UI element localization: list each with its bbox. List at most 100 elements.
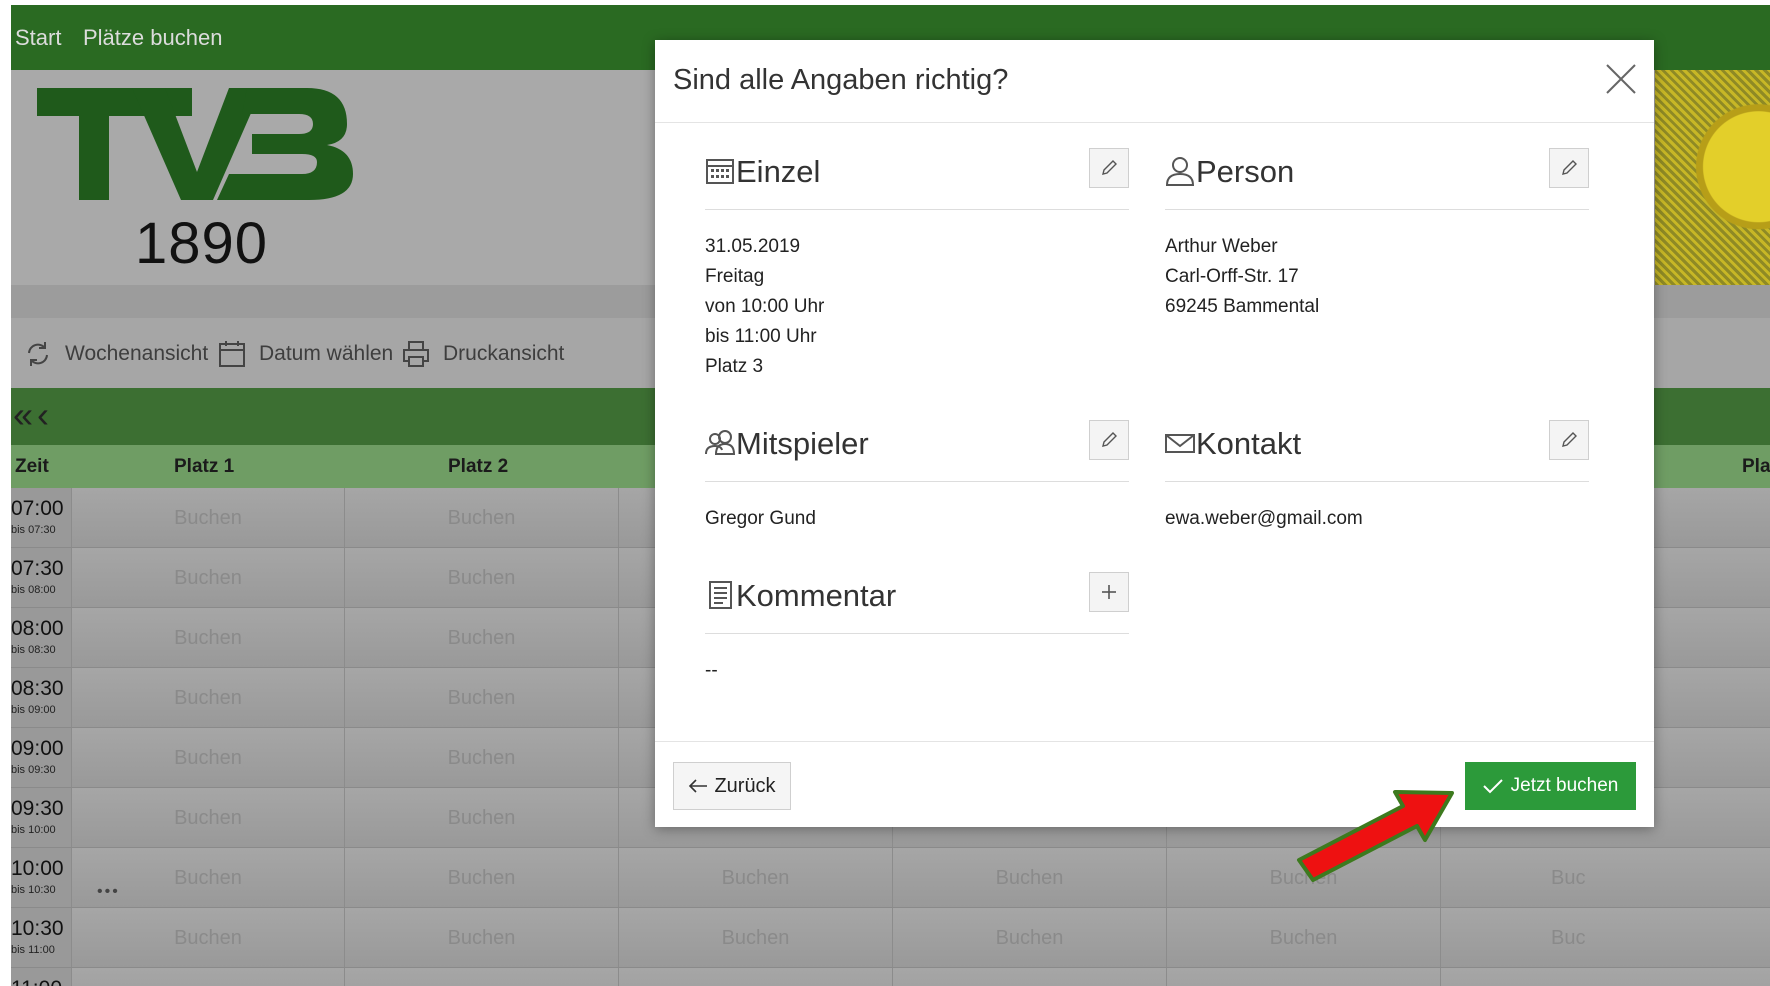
einzel-heading: Einzel <box>736 154 821 189</box>
more-options-icon[interactable]: ••• <box>97 883 120 901</box>
print-view-button[interactable]: Druckansicht <box>401 339 564 369</box>
time-until-label: bis 08:00 <box>11 584 56 596</box>
time-until-label: bis 09:30 <box>11 764 56 776</box>
kontakt-heading: Kontakt <box>1196 426 1302 461</box>
table-row: 10:30 bis 11:00 Buchen Buchen Buchen Buchen Bu… <box>11 908 1770 968</box>
book-slot-label: Buchen <box>174 927 242 949</box>
book-slot-cell[interactable]: Buchen <box>71 668 344 727</box>
book-slot-cell[interactable]: Buchen <box>344 668 618 727</box>
book-slot-cell[interactable]: Buchen <box>344 848 618 907</box>
red-arrow-annotation <box>1297 790 1454 882</box>
logo-year: 1890 <box>135 211 269 276</box>
book-slot-label: Buchen <box>447 627 516 649</box>
envelope-icon <box>1165 434 1195 453</box>
book-now-button[interactable]: Jetzt buchen <box>1465 762 1636 810</box>
nav-start-link[interactable]: Start <box>15 25 61 51</box>
book-slot-cell[interactable]: Buchen <box>71 608 344 667</box>
book-slot-cell[interactable]: Buchen <box>892 908 1166 967</box>
section-person: Person Arthur Weber Carl-Orff-Str. 17 69… <box>1165 140 1589 322</box>
time-label: 09:00 <box>11 737 64 760</box>
einzel-details: 31.05.2019 Freitag von 10:00 Uhr bis 11:… <box>705 210 1129 382</box>
book-slot-cell[interactable]: Buchen <box>1166 968 1440 986</box>
previous-arrows-icon[interactable]: «‹ <box>13 394 53 436</box>
book-slot-cell[interactable]: Buchen <box>71 488 344 547</box>
book-slot-label: Buchen <box>174 807 242 829</box>
co-player-name: Gregor Gund <box>705 508 816 529</box>
week-view-label: Wochenansicht <box>65 342 209 365</box>
edit-mitspieler-button[interactable] <box>1089 420 1129 460</box>
person-details: Arthur Weber Carl-Orff-Str. 17 69245 Bam… <box>1165 210 1589 322</box>
person-name: Arthur Weber <box>1165 236 1278 257</box>
book-slot-cell[interactable]: Buchen <box>618 848 892 907</box>
booking-weekday: Freitag <box>705 266 765 287</box>
time-label: 08:00 <box>11 617 64 640</box>
section-einzel: Einzel 31.05.2019 Freitag von 10:00 Uhr … <box>705 140 1129 382</box>
book-slot-cell[interactable]: Buchen <box>344 968 618 986</box>
book-slot-label: Buchen <box>721 867 790 889</box>
time-cell: 10:30 bis 11:00 <box>11 908 71 967</box>
book-slot-cell[interactable]: Buchen <box>892 968 1166 986</box>
choose-date-label: Datum wählen <box>259 342 394 365</box>
add-kommentar-button[interactable] <box>1089 572 1129 612</box>
book-slot-cell[interactable]: Buchen <box>1166 908 1440 967</box>
time-label: 10:30 <box>11 917 64 940</box>
book-slot-cell[interactable]: Buc <box>1440 848 1770 907</box>
book-slot-cell[interactable]: Buchen <box>618 968 892 986</box>
column-time: Zeit <box>15 456 49 477</box>
refresh-icon <box>28 342 48 366</box>
users-icon <box>705 430 735 455</box>
close-icon[interactable] <box>1604 62 1638 96</box>
book-slot-cell[interactable]: Buchen <box>892 848 1166 907</box>
kommentar-heading: Kommentar <box>736 578 897 613</box>
table-row: 11:00BuchenBuchenBuchenBuchenBuchenBuc <box>11 968 1770 986</box>
confirmation-dialog: Sind alle Angaben richtig? Einzel 31.05.… <box>655 40 1654 827</box>
book-slot-cell[interactable]: Buchen <box>344 488 618 547</box>
edit-einzel-button[interactable] <box>1089 148 1129 188</box>
week-view-button[interactable]: Wochenansicht <box>23 339 208 369</box>
booking-end: bis 11:00 Uhr <box>705 326 817 347</box>
kommentar-details: -- <box>705 634 1129 686</box>
book-slot-cell[interactable]: Buchen <box>344 788 618 847</box>
time-cell: 07:00 bis 07:30 <box>11 488 71 547</box>
book-slot-label: Buchen <box>174 567 242 589</box>
edit-person-button[interactable] <box>1549 148 1589 188</box>
book-slot-cell[interactable]: Buchen <box>71 788 344 847</box>
mitspieler-heading: Mitspieler <box>736 426 869 461</box>
section-mitspieler: Mitspieler Gregor Gund <box>705 412 1129 534</box>
time-cell: 08:30 bis 09:00 <box>11 668 71 727</box>
back-button[interactable]: Zurück <box>673 762 791 810</box>
book-slot-label: Buchen <box>447 507 516 529</box>
book-slot-label: Buchen <box>174 747 242 769</box>
edit-kontakt-button[interactable] <box>1549 420 1589 460</box>
section-kommentar: Kommentar -- <box>705 564 1129 686</box>
time-cell: 10:00 bis 10:30 <box>11 848 71 907</box>
time-label: 09:30 <box>11 797 64 820</box>
time-label: 07:00 <box>11 497 64 520</box>
book-slot-cell[interactable]: Buchen <box>344 548 618 607</box>
book-slot-label: Buchen <box>174 627 242 649</box>
time-label: 10:00 <box>11 857 64 880</box>
book-slot-cell[interactable]: Buchen <box>71 908 344 967</box>
book-slot-cell[interactable]: Buc <box>1440 968 1770 986</box>
book-slot-cell[interactable]: Buchen <box>71 728 344 787</box>
book-slot-cell[interactable]: Buchen <box>71 968 344 986</box>
time-cell: 09:30 bis 10:00 <box>11 788 71 847</box>
choose-date-button[interactable]: Datum wählen <box>217 339 393 369</box>
banner-image <box>1655 70 1770 285</box>
book-slot-cell[interactable]: Buchen <box>344 728 618 787</box>
book-slot-label: Buchen <box>447 927 516 949</box>
book-slot-cell[interactable]: Buc <box>1440 908 1770 967</box>
contact-email: ewa.weber@gmail.com <box>1165 508 1363 529</box>
book-slot-label: Buc <box>1551 867 1586 889</box>
check-icon <box>1482 779 1503 794</box>
time-label: 11:00 <box>11 977 62 986</box>
booking-court: Platz 3 <box>705 356 764 377</box>
book-slot-cell[interactable]: Buchen <box>618 908 892 967</box>
nav-book-link[interactable]: Plätze buchen <box>83 25 222 51</box>
calendar-icon <box>219 341 245 367</box>
plus-icon <box>1102 585 1116 599</box>
book-slot-cell[interactable]: Buchen <box>344 908 618 967</box>
book-slot-cell[interactable]: Buchen <box>71 548 344 607</box>
book-slot-cell[interactable]: Buchen <box>344 608 618 667</box>
book-slot-label: Buchen <box>1269 927 1338 949</box>
